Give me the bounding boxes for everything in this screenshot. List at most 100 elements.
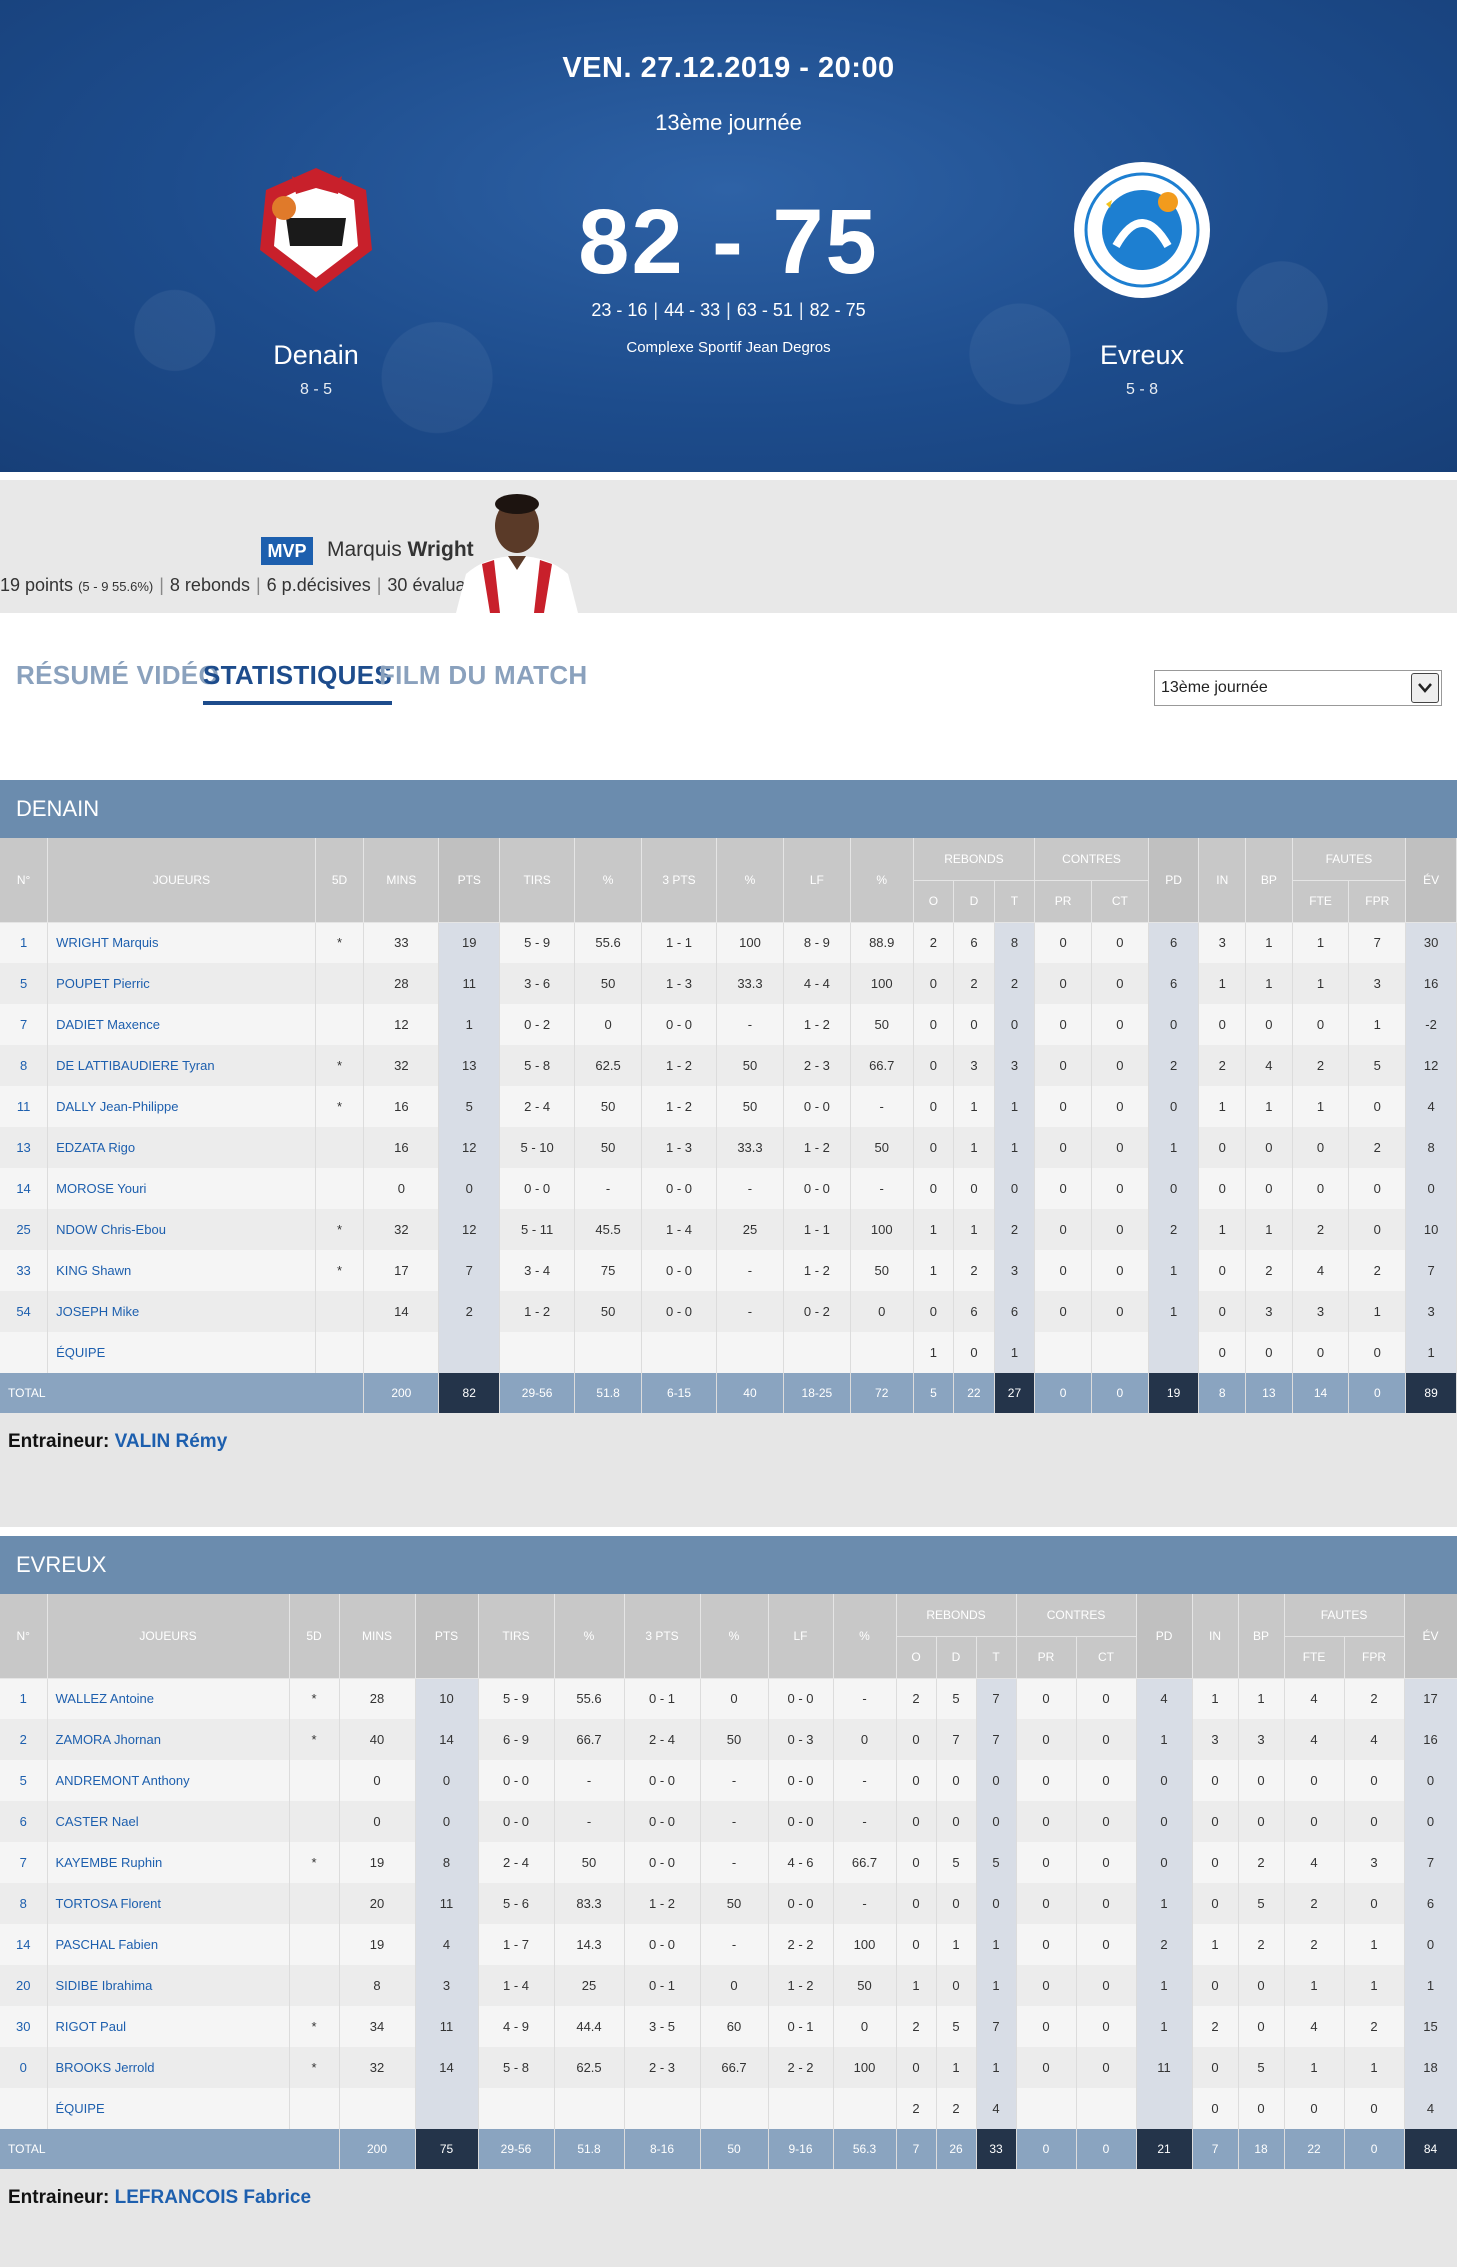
evreux-logo bbox=[1072, 160, 1212, 300]
stat-cell: 0 bbox=[1091, 963, 1149, 1004]
stat-cell: 4 bbox=[1405, 1086, 1457, 1127]
stat-cell: 1 - 2 bbox=[783, 1250, 851, 1291]
col-header-number: N° bbox=[0, 1594, 48, 1679]
stat-cell: 0 bbox=[896, 1801, 937, 1842]
stat-cell: * bbox=[289, 1842, 340, 1883]
stat-cell: 7 bbox=[976, 1719, 1017, 1760]
player-name-link[interactable]: BROOKS Jerrold bbox=[47, 2047, 290, 2088]
tab-statistics[interactable]: STATISTIQUES bbox=[203, 660, 392, 705]
coach-link[interactable]: LEFRANCOIS Fabrice bbox=[115, 2187, 311, 2208]
stat-cell: 33.3 bbox=[716, 1127, 784, 1168]
stat-cell: 0 bbox=[896, 1924, 937, 1965]
player-name-link[interactable]: EDZATA Rigo bbox=[47, 1127, 316, 1168]
player-name-link[interactable]: RIGOT Paul bbox=[47, 2006, 290, 2047]
total-cell: 14 bbox=[1292, 1373, 1350, 1413]
mvp-player-name[interactable]: Marquis Wright bbox=[327, 538, 474, 562]
stat-cell: 55.6 bbox=[554, 1678, 625, 1719]
table-row: 20 SIDIBE Ibrahima 8 3 1 - 4 25 0 - 101 - 2 50 1… bbox=[0, 1965, 1457, 2006]
stat-cell: 4 bbox=[1284, 1842, 1345, 1883]
stat-cell: 0 bbox=[936, 1965, 977, 2006]
tab-match-film[interactable]: FILM DU MATCH bbox=[379, 660, 588, 691]
col-header-mins: MINS bbox=[339, 1594, 416, 1679]
stat-cell: 5 - 8 bbox=[478, 2047, 555, 2088]
stat-cell: 0 bbox=[1034, 1209, 1092, 1250]
player-name-link[interactable]: KAYEMBE Ruphin bbox=[47, 1842, 290, 1883]
round-select[interactable]: 13ème journée bbox=[1154, 670, 1442, 706]
player-name-link[interactable]: POUPET Pierric bbox=[47, 963, 316, 1004]
stat-cell: 1 - 2 bbox=[624, 1883, 701, 1924]
total-cell: 0 bbox=[1034, 1373, 1092, 1413]
stat-cell bbox=[700, 2088, 769, 2129]
stat-cell: 4 bbox=[1284, 2006, 1345, 2047]
stat-cell bbox=[289, 1924, 340, 1965]
tab-video-summary[interactable]: RÉSUMÉ VIDÉO bbox=[16, 660, 219, 691]
col-header-tirs: TIRS bbox=[499, 838, 576, 923]
stat-cell: 0 - 0 bbox=[641, 1004, 718, 1045]
table-row: 14 MOROSE Youri 0 0 0 - 0-0 - 0-0 - 0-000000… bbox=[0, 1168, 1457, 1209]
player-name-link[interactable]: ANDREMONT Anthony bbox=[47, 1760, 290, 1801]
stat-cell: * bbox=[289, 1719, 340, 1760]
stat-cell bbox=[1076, 2088, 1137, 2129]
stat-cell: 0 - 1 bbox=[624, 1965, 701, 2006]
stat-cell: 2 - 4 bbox=[478, 1842, 555, 1883]
col-header-contres: CONTRES bbox=[1016, 1594, 1137, 1637]
away-team[interactable]: Evreux 5 - 8 bbox=[1012, 160, 1272, 399]
stat-cell bbox=[363, 1332, 440, 1373]
stat-cell: 1 bbox=[1405, 1332, 1457, 1373]
stat-cell: 13 bbox=[438, 1045, 501, 1086]
player-name-link[interactable]: JOSEPH Mike bbox=[47, 1291, 316, 1332]
total-cell: 6-15 bbox=[641, 1373, 718, 1413]
stat-cell: 0 bbox=[1404, 1801, 1457, 1842]
total-cell: 22 bbox=[1284, 2129, 1345, 2169]
col-header-t: T bbox=[994, 880, 1036, 923]
stat-cell: 1 bbox=[953, 1086, 995, 1127]
stat-cell: 0 bbox=[1238, 2006, 1285, 2047]
stat-cell: 100 bbox=[833, 2047, 897, 2088]
stat-cell: 4 bbox=[1404, 2088, 1457, 2129]
player-name-link[interactable]: WRIGHT Marquis bbox=[47, 922, 316, 963]
match-round: 13ème journée bbox=[655, 110, 802, 135]
stat-cell: 1 bbox=[1192, 1924, 1239, 1965]
stat-cell: 0 bbox=[1016, 1883, 1077, 1924]
stat-cell: 16 bbox=[1405, 963, 1457, 1004]
player-name-link[interactable]: TORTOSA Florent bbox=[47, 1883, 290, 1924]
stat-cell: 1 - 3 bbox=[641, 1127, 718, 1168]
stat-cell: 0 bbox=[339, 1801, 416, 1842]
stat-cell bbox=[833, 2088, 897, 2129]
stat-cell: 1 bbox=[1344, 2047, 1405, 2088]
player-name-link[interactable]: ÉQUIPE bbox=[47, 1332, 316, 1373]
player-name-link[interactable]: KING Shawn bbox=[47, 1250, 316, 1291]
quarter-1-score: 23 - 16 bbox=[591, 300, 648, 320]
col-header-o: O bbox=[913, 880, 955, 923]
col-header-3pts-pct: % bbox=[716, 838, 784, 923]
stat-cell: 0 bbox=[896, 2047, 937, 2088]
player-number: 30 bbox=[0, 2006, 48, 2047]
stat-cell: 0 bbox=[438, 1168, 501, 1209]
player-name-link[interactable]: SIDIBE Ibrahima bbox=[47, 1965, 290, 2006]
player-name-link[interactable]: MOROSE Youri bbox=[47, 1168, 316, 1209]
player-name-link[interactable]: PASCHAL Fabien bbox=[47, 1924, 290, 1965]
stat-cell: 50 bbox=[833, 1965, 897, 2006]
chevron-down-icon[interactable] bbox=[1411, 673, 1439, 703]
stat-cell: 2 bbox=[953, 963, 995, 1004]
player-name-link[interactable]: DALLY Jean-Philippe bbox=[47, 1086, 316, 1127]
player-name-link[interactable]: DE LATTIBAUDIERE Tyran bbox=[47, 1045, 316, 1086]
stat-cell: 2 - 3 bbox=[783, 1045, 851, 1086]
col-header-number: N° bbox=[0, 838, 49, 923]
stat-cell: 1 bbox=[1292, 963, 1350, 1004]
col-header-contres: CONTRES bbox=[1034, 838, 1149, 881]
stat-cell bbox=[850, 1332, 914, 1373]
player-name-link[interactable]: NDOW Chris-Ebou bbox=[47, 1209, 316, 1250]
col-header-tirs: TIRS bbox=[478, 1594, 555, 1679]
player-name-link[interactable]: ZAMORA Jhornan bbox=[47, 1719, 290, 1760]
coach-link[interactable]: VALIN Rémy bbox=[115, 1431, 228, 1452]
stat-cell: 10 bbox=[1405, 1209, 1457, 1250]
stat-cell: 0 bbox=[1198, 1168, 1247, 1209]
stat-cell: 0 - 0 bbox=[768, 1883, 834, 1924]
stat-cell: 0 bbox=[1034, 1250, 1092, 1291]
stat-cell: 50 bbox=[574, 1127, 643, 1168]
player-name-link[interactable]: DADIET Maxence bbox=[47, 1004, 316, 1045]
player-name-link[interactable]: ÉQUIPE bbox=[47, 2088, 290, 2129]
player-name-link[interactable]: WALLEZ Antoine bbox=[47, 1678, 290, 1719]
player-name-link[interactable]: CASTER Nael bbox=[47, 1801, 290, 1842]
